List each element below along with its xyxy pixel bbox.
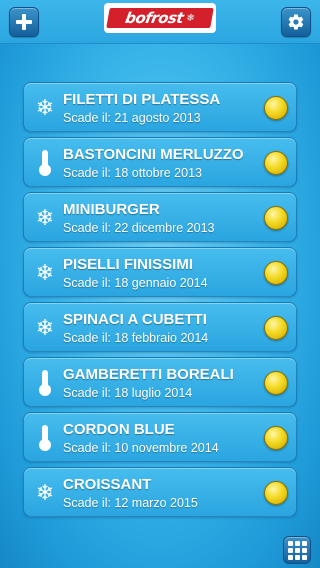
thermometer-icon [32, 369, 58, 397]
bofrost-logo: bofrost ❄ [104, 3, 216, 33]
status-indicator [264, 371, 288, 395]
grid-icon [287, 540, 293, 546]
item-title: BASTONCINI MERLUZZO [63, 146, 244, 163]
list-item[interactable]: ❄ SPINACI A CUBETTI Scade il: 18 febbraio … [23, 302, 297, 352]
item-title: CORDON BLUE [63, 421, 175, 438]
list-item[interactable]: ❄ FILETTI DI PLATESSA Scade il: 21 agosto … [23, 82, 297, 132]
item-title: CROISSANT [63, 476, 152, 493]
item-title: MINIBURGER [63, 201, 160, 218]
item-title: FILETTI DI PLATESSA [63, 91, 221, 108]
list-item[interactable]: ❄ PISELLI FINISSIMI Scade il: 18 gennaio 2… [23, 247, 297, 297]
gear-icon [288, 14, 304, 30]
plus-icon [16, 14, 32, 30]
list-item[interactable]: ❄ CROISSANT Scade il: 12 marzo 2015 [23, 467, 297, 517]
list-item[interactable]: GAMBERETTI BOREALI Scade il: 18 luglio 20… [23, 357, 297, 407]
status-indicator [264, 96, 288, 120]
item-expiry-date: Scade il: 22 dicembre 2013 [63, 221, 215, 235]
item-expiry-date: Scade il: 18 luglio 2014 [63, 386, 193, 400]
add-button[interactable] [9, 7, 39, 37]
item-title: PISELLI FINISSIMI [63, 256, 194, 273]
item-title: GAMBERETTI BOREALI [63, 366, 234, 383]
status-indicator [264, 481, 288, 505]
settings-button[interactable] [281, 7, 311, 37]
snowflake-icon: ❄ [35, 95, 55, 120]
thermometer-icon [32, 149, 58, 177]
list-item[interactable]: ❄ MINIBURGER Scade il: 22 dicembre 2013 [23, 192, 297, 242]
item-expiry-date: Scade il: 18 febbraio 2014 [63, 331, 209, 345]
status-indicator [264, 316, 288, 340]
item-expiry-date: Scade il: 12 marzo 2015 [63, 496, 198, 510]
status-indicator [264, 151, 288, 175]
item-expiry-date: Scade il: 21 agosto 2013 [63, 111, 201, 125]
item-expiry-date: Scade il: 18 ottobre 2013 [63, 166, 202, 180]
item-title: SPINACI A CUBETTI [63, 311, 207, 328]
logo-snowflake-icon: ❄ [185, 12, 196, 24]
thermometer-icon [32, 424, 58, 452]
snowflake-icon: ❄ [35, 480, 55, 505]
grid-view-button[interactable] [283, 536, 311, 564]
status-indicator [264, 206, 288, 230]
item-expiry-date: Scade il: 18 gennaio 2014 [63, 276, 208, 290]
status-indicator [264, 261, 288, 285]
header-bar: bofrost ❄ [0, 0, 320, 44]
logo-text: bofrost [123, 9, 185, 27]
snowflake-icon: ❄ [35, 315, 55, 340]
status-indicator [264, 426, 288, 450]
product-list: ❄ FILETTI DI PLATESSA Scade il: 21 agosto … [23, 82, 297, 522]
snowflake-icon: ❄ [35, 205, 55, 230]
snowflake-icon: ❄ [35, 260, 55, 285]
list-item[interactable]: BASTONCINI MERLUZZO Scade il: 18 ottobre … [23, 137, 297, 187]
item-expiry-date: Scade il: 10 novembre 2014 [63, 441, 219, 455]
list-item[interactable]: CORDON BLUE Scade il: 10 novembre 2014 [23, 412, 297, 462]
